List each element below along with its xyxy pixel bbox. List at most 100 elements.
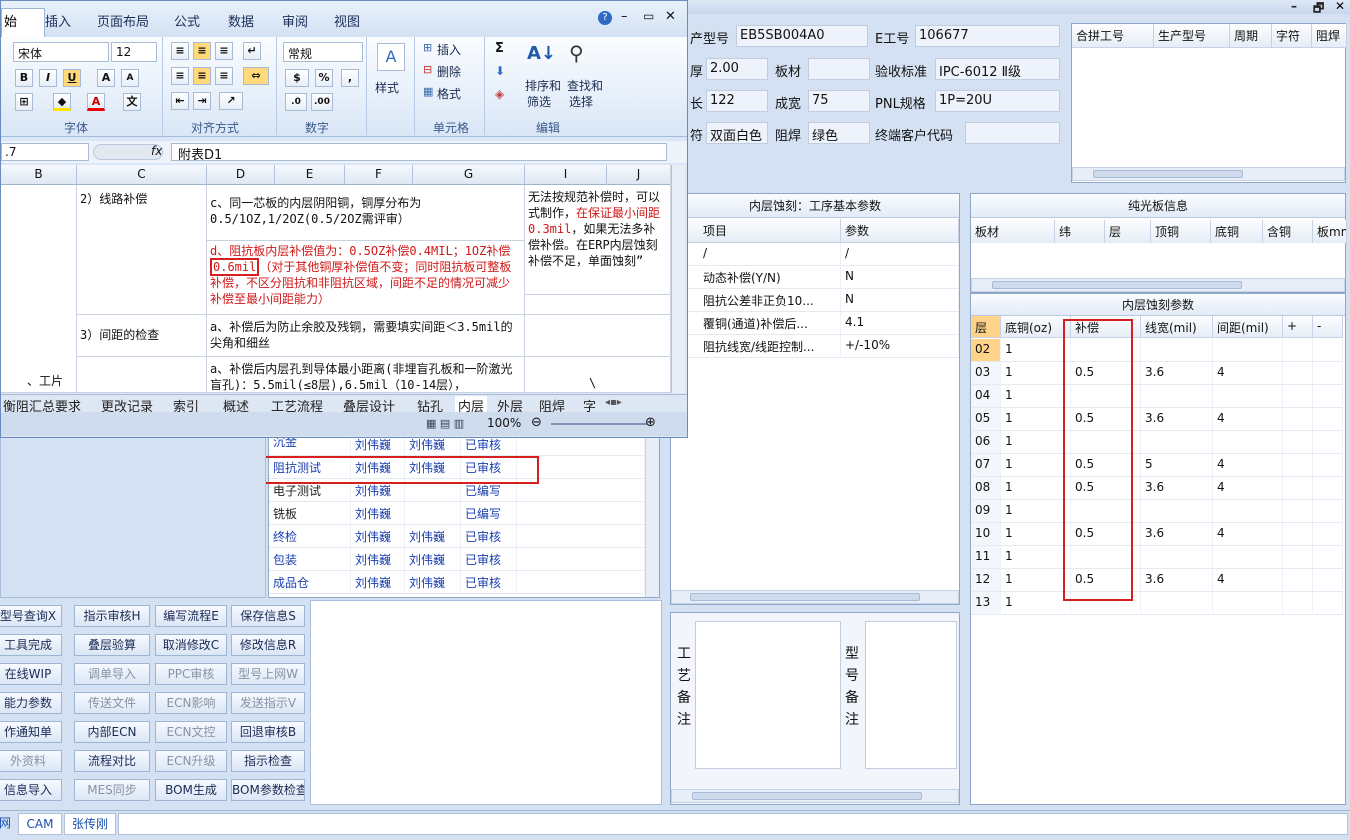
etch-param-cell[interactable]: +/-10% [841, 335, 959, 358]
process-cell[interactable]: 刘伟巍 [351, 571, 405, 594]
action-button[interactable]: MES同步 [74, 779, 150, 801]
action-button[interactable]: 在线WIP [0, 663, 62, 685]
cell-d3[interactable]: a、补偿后为防止余胶及残铜，需要填实间距＜3.5mil的尖角和细丝 [207, 315, 525, 357]
action-button[interactable]: 调单导入 [74, 663, 150, 685]
excel-close-icon[interactable]: ✕ [665, 9, 676, 24]
layer-cell[interactable]: 08 [971, 477, 1001, 500]
decimal-decrease-button[interactable]: .00 [311, 93, 333, 111]
col-header-f[interactable]: F [345, 165, 413, 185]
param-cell[interactable]: 1 [1001, 408, 1071, 431]
param-cell[interactable] [1141, 546, 1213, 569]
excel-restore-icon[interactable]: ▭ [643, 9, 654, 23]
process-name-cell[interactable]: 包装 [269, 548, 351, 571]
param-cell[interactable]: 4 [1213, 408, 1283, 431]
formula-input[interactable]: 附表D1 [171, 143, 667, 163]
param-cell[interactable]: 1 [1001, 431, 1071, 454]
tab-view[interactable]: 视图 [334, 11, 360, 30]
etch-item-cell[interactable]: 阻抗线宽/线距控制... [671, 335, 841, 358]
action-button[interactable]: 外资料 [0, 750, 62, 772]
font-color-button[interactable]: A [87, 93, 105, 111]
layer-cell[interactable]: 02 [971, 339, 1001, 362]
process-remark-field[interactable] [695, 621, 841, 769]
param-cell[interactable] [1141, 431, 1213, 454]
border-button[interactable]: ⊞ [15, 93, 33, 111]
action-button[interactable]: 发送指示V [231, 692, 305, 714]
cell-d4[interactable]: a、补偿后内层孔到导体最小距离(非埋盲孔板和一阶激光盲孔)：5.5mil(≤8层… [207, 357, 525, 393]
param-cell[interactable] [1213, 431, 1283, 454]
cell-b[interactable]: 、工片 [1, 185, 77, 393]
layer-cell[interactable]: 12 [971, 569, 1001, 592]
cell-c2[interactable]: 3）间距的检查 [77, 315, 207, 357]
param-cell[interactable]: 1 [1001, 362, 1071, 385]
inner-etch-col-item[interactable]: 项目 [671, 219, 841, 243]
param-cell[interactable]: 5 [1141, 454, 1213, 477]
layer-cell[interactable]: 09 [971, 500, 1001, 523]
action-button[interactable]: PPC审核 [155, 663, 227, 685]
status-cam[interactable]: CAM [18, 813, 62, 835]
action-button[interactable]: 保存信息S [231, 605, 305, 627]
cell-c1[interactable]: 2）线路补偿 [77, 185, 207, 315]
process-cell[interactable] [517, 525, 645, 548]
param-cell[interactable]: 3.6 [1141, 569, 1213, 592]
process-cell[interactable] [517, 502, 645, 525]
inner-params-col-header[interactable]: - [1313, 316, 1343, 338]
inner-params-col-header[interactable]: 底铜(oz) [1001, 316, 1071, 338]
etch-param-cell[interactable]: N [841, 266, 959, 289]
minimize-button[interactable]: – [1291, 0, 1297, 13]
param-cell[interactable]: 4 [1213, 454, 1283, 477]
process-cell[interactable] [517, 548, 645, 571]
process-cell[interactable]: 刘伟巍 [351, 525, 405, 548]
fx-icon[interactable]: fx [151, 144, 162, 158]
eng-no-field[interactable]: 106677 [915, 25, 1060, 47]
etch-item-cell[interactable]: 动态补偿(Y/N) [671, 266, 841, 289]
process-name-cell[interactable]: 铣板 [269, 502, 351, 525]
cell-c3[interactable] [77, 357, 207, 393]
merge-center-button[interactable]: ⇔ [243, 67, 269, 85]
param-cell[interactable]: 1 [1001, 454, 1071, 477]
status-net[interactable]: 网 [0, 813, 14, 835]
param-cell[interactable] [1313, 546, 1343, 569]
close-button[interactable]: ✕ [1335, 0, 1345, 13]
process-name-cell[interactable]: 终检 [269, 525, 351, 548]
comma-button[interactable]: , [341, 69, 359, 87]
param-cell[interactable]: 1 [1001, 385, 1071, 408]
param-cell[interactable]: 1 [1001, 500, 1071, 523]
char-field[interactable]: 双面白色 [706, 122, 768, 144]
param-cell[interactable] [1141, 500, 1213, 523]
bare-board-col-header[interactable]: 纬 [1055, 220, 1105, 243]
param-cell[interactable] [1283, 546, 1313, 569]
etch-param-cell[interactable]: N [841, 289, 959, 312]
bold-button[interactable]: B [15, 69, 33, 87]
restore-button[interactable]: 🗗 [1313, 0, 1324, 20]
tab-data[interactable]: 数据 [228, 11, 254, 30]
action-button[interactable]: 信息导入 [0, 779, 62, 801]
merge-col-header[interactable]: 周期 [1230, 24, 1272, 48]
process-cell[interactable]: 刘伟巍 [405, 571, 461, 594]
style-button[interactable]: 样式 [375, 79, 399, 96]
param-cell[interactable] [1213, 500, 1283, 523]
action-button[interactable]: 工具完成 [0, 634, 62, 656]
orientation-button[interactable]: ↗ [219, 92, 243, 110]
param-cell[interactable] [1283, 339, 1313, 362]
inner-params-col-header[interactable]: 线宽(mil) [1141, 316, 1213, 338]
etch-param-cell[interactable]: 4.1 [841, 312, 959, 335]
excel-minimize-icon[interactable]: – [621, 9, 628, 24]
align-bottom-button[interactable]: ≡ [215, 42, 233, 60]
percent-button[interactable]: % [315, 69, 333, 87]
action-button[interactable]: 作通知单 [0, 721, 62, 743]
merge-col-header[interactable]: 字符 [1272, 24, 1312, 48]
col-header-e[interactable]: E [275, 165, 345, 185]
align-right-button[interactable]: ≡ [215, 67, 233, 85]
bare-board-col-header[interactable]: 含铜 [1263, 220, 1313, 243]
etch-item-cell[interactable]: 阻抗公差非正负10... [671, 289, 841, 312]
name-box[interactable]: .7 [1, 143, 89, 161]
find-select-button-2[interactable]: 选择 [569, 93, 593, 110]
decimal-increase-button[interactable]: .0 [285, 93, 307, 111]
process-cell[interactable] [405, 502, 461, 525]
scroll-thumb[interactable] [1093, 170, 1243, 178]
currency-button[interactable]: $ [285, 69, 309, 87]
action-button[interactable]: BOM参数检查 [231, 779, 305, 801]
process-cell[interactable]: 已审核 [461, 571, 517, 594]
action-button[interactable]: 指示检查 [231, 750, 305, 772]
tab-formulas[interactable]: 公式 [174, 11, 200, 30]
